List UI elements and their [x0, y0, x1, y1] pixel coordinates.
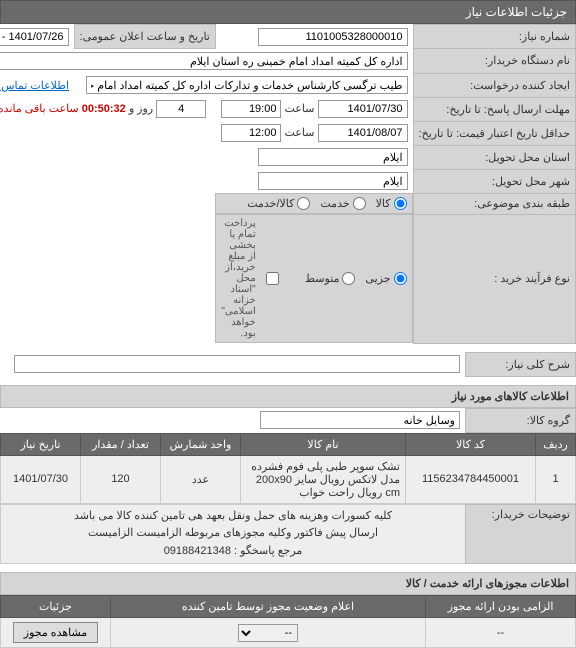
city-label: شهر محل تحویل:: [413, 169, 575, 193]
cell-unit: عدد: [161, 455, 241, 503]
goods-section-title: اطلاعات کالاهای مورد نیاز: [0, 385, 576, 408]
requester-label: ایجاد کننده درخواست:: [413, 73, 575, 97]
validity-date-input[interactable]: [318, 124, 408, 142]
page-title: جزئیات اطلاعات نیاز: [466, 5, 567, 19]
deadline-date-input[interactable]: [318, 100, 408, 118]
buyer-input[interactable]: [0, 52, 408, 70]
days-label: روز و: [129, 103, 153, 115]
announce-input[interactable]: [0, 28, 69, 46]
need-desc-label: شرح کلی نیاز:: [466, 352, 576, 376]
deadline-label: مهلت ارسال پاسخ: تا تاریخ:: [413, 97, 575, 121]
cat-both-radio[interactable]: [297, 197, 310, 210]
cell-code: 1156234784450001: [406, 455, 536, 503]
time-label-1: ساعت: [285, 103, 315, 115]
proc-medium-label: متوسط: [305, 272, 340, 285]
proc-medium-radio[interactable]: [342, 272, 355, 285]
col-date: تاریخ نیاز: [1, 433, 81, 455]
buyer-label: نام دستگاه خریدار:: [413, 49, 575, 74]
license-section-title: اطلاعات مجوزهای ارائه خدمت / کالا: [0, 572, 576, 595]
cat-service-label: خدمت: [320, 197, 349, 210]
group-label: گروه کالا:: [466, 408, 576, 432]
lic-status-select[interactable]: --: [238, 624, 298, 642]
lic-cell-mandatory: --: [426, 618, 576, 648]
cell-date: 1401/07/30: [1, 455, 81, 503]
payment-checkbox[interactable]: [266, 272, 279, 285]
payment-note: پرداخت تمام یا بخشی از مبلغ خرید،از محل …: [221, 218, 255, 339]
cat-both-label: کالا/خدمت: [247, 197, 294, 210]
countdown-timer: 00:50:32: [82, 103, 126, 115]
need-number-label: شماره نیاز:: [413, 25, 575, 49]
location-input[interactable]: [258, 148, 408, 166]
time-label-2: ساعت: [285, 127, 315, 139]
lic-col-status: اعلام وضعیت مجوز توسط تامین کننده: [111, 596, 426, 618]
col-code: کد کالا: [406, 433, 536, 455]
goods-table: ردیف کد کالا نام کالا واحد شمارش تعداد /…: [0, 433, 576, 504]
col-name: نام کالا: [241, 433, 406, 455]
lic-col-mandatory: الزامی بودن ارائه مجوز: [426, 596, 576, 618]
contact-link[interactable]: اطلاعات تماس خریدار: [0, 80, 69, 92]
countdown-label: ساعت باقی مانده: [0, 103, 79, 115]
proc-small-radio[interactable]: [394, 272, 407, 285]
process-label: نوع فرآیند خرید :: [413, 214, 575, 343]
deadline-time-input[interactable]: [221, 100, 281, 118]
group-input[interactable]: [260, 411, 460, 429]
need-number-input[interactable]: [258, 28, 408, 46]
cat-service-radio[interactable]: [353, 197, 366, 210]
cat-goods-radio[interactable]: [394, 197, 407, 210]
cell-name: تشک سوپر طبی پلی فوم فشرده مدل لاتکس روی…: [241, 455, 406, 503]
city-input[interactable]: [258, 172, 408, 190]
cell-idx: 1: [536, 455, 576, 503]
location-label: استان محل تحویل:: [413, 145, 575, 169]
license-table: الزامی بودن ارائه مجوز اعلام وضعیت مجوز …: [0, 595, 576, 648]
view-license-button[interactable]: مشاهده مجوز: [13, 622, 98, 643]
details-form: شماره نیاز: تاریخ و ساعت اعلان عمومی: نا…: [0, 24, 576, 344]
cat-goods-label: کالا: [376, 197, 391, 210]
need-desc-input[interactable]: [14, 355, 460, 373]
category-label: طبقه بندی موضوعی:: [413, 193, 575, 214]
requester-input[interactable]: [86, 76, 408, 94]
buyer-notes-text: کلیه کسورات وهزینه های حمل ونقل بعهد هی …: [1, 504, 466, 564]
table-row: 1 1156234784450001 تشک سوپر طبی پلی فوم …: [1, 455, 576, 503]
lic-col-details: جزئیات: [1, 596, 111, 618]
validity-label: حداقل تاریخ اعتبار قیمت: تا تاریخ:: [413, 121, 575, 145]
days-count-input: [156, 100, 206, 118]
col-unit: واحد شمارش: [161, 433, 241, 455]
license-row: -- -- مشاهده مجوز: [1, 618, 576, 648]
col-qty: تعداد / مقدار: [81, 433, 161, 455]
cell-qty: 120: [81, 455, 161, 503]
validity-time-input[interactable]: [221, 124, 281, 142]
buyer-notes-label: توضیحات خریدار:: [466, 504, 576, 564]
announce-label: تاریخ و ساعت اعلان عمومی:: [74, 25, 215, 49]
col-row: ردیف: [536, 433, 576, 455]
proc-small-label: جزیی: [365, 272, 390, 285]
page-header: جزئیات اطلاعات نیاز: [0, 0, 576, 24]
